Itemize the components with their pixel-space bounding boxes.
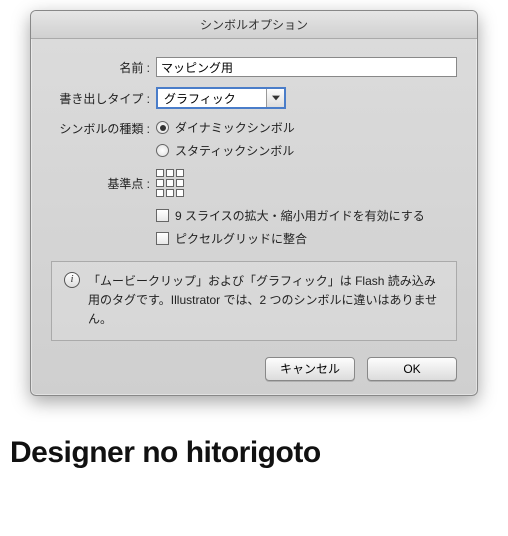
registration-point-grid[interactable]: [156, 169, 184, 197]
dialog-title: シンボルオプション: [31, 11, 477, 39]
checkbox-icon: [156, 232, 169, 245]
radio-icon: [156, 144, 169, 157]
reg-cell[interactable]: [176, 169, 184, 177]
symbol-kind-label: シンボルの種類: [51, 119, 156, 137]
ok-button[interactable]: OK: [367, 357, 457, 381]
name-label: 名前: [51, 59, 156, 76]
reg-cell[interactable]: [156, 169, 164, 177]
reg-cell[interactable]: [176, 179, 184, 187]
checkbox-label: ピクセルグリッドに整合: [175, 230, 307, 247]
info-text: 「ムービークリップ」および「グラフィック」は Flash 読み込み用のタグです。…: [88, 272, 444, 330]
info-icon: i: [64, 272, 80, 288]
info-box: i 「ムービークリップ」および「グラフィック」は Flash 読み込み用のタグで…: [51, 261, 457, 341]
reg-cell[interactable]: [166, 169, 174, 177]
radio-label: ダイナミックシンボル: [175, 119, 295, 136]
dialog-content: 名前 書き出しタイプ グラフィック シンボルの種類 ダイナミックシンボル: [31, 39, 477, 395]
radio-dynamic-symbol[interactable]: ダイナミックシンボル: [156, 119, 295, 136]
symbol-options-dialog: シンボルオプション 名前 書き出しタイプ グラフィック シンボルの種類 ダイナミ…: [30, 10, 478, 396]
reg-cell[interactable]: [166, 189, 174, 197]
radio-icon: [156, 121, 169, 134]
checkbox-pixelgrid[interactable]: ピクセルグリッドに整合: [156, 230, 307, 247]
checkbox-9slice[interactable]: 9 スライスの拡大・縮小用ガイドを有効にする: [156, 207, 425, 224]
cancel-button[interactable]: キャンセル: [265, 357, 355, 381]
reg-cell[interactable]: [176, 189, 184, 197]
chevron-down-icon: [266, 89, 284, 107]
radio-label: スタティックシンボル: [175, 142, 294, 159]
reg-cell[interactable]: [166, 179, 174, 187]
registration-label: 基準点: [51, 175, 156, 192]
export-type-select[interactable]: グラフィック: [156, 87, 286, 109]
reg-cell[interactable]: [156, 179, 164, 187]
name-input[interactable]: [156, 57, 457, 77]
checkbox-label: 9 スライスの拡大・縮小用ガイドを有効にする: [175, 207, 425, 224]
reg-cell[interactable]: [156, 189, 164, 197]
footer-text: Designer no hitorigoto: [0, 416, 508, 500]
checkbox-icon: [156, 209, 169, 222]
export-type-value: グラフィック: [158, 90, 266, 107]
export-type-label: 書き出しタイプ: [51, 90, 156, 107]
radio-static-symbol[interactable]: スタティックシンボル: [156, 142, 295, 159]
